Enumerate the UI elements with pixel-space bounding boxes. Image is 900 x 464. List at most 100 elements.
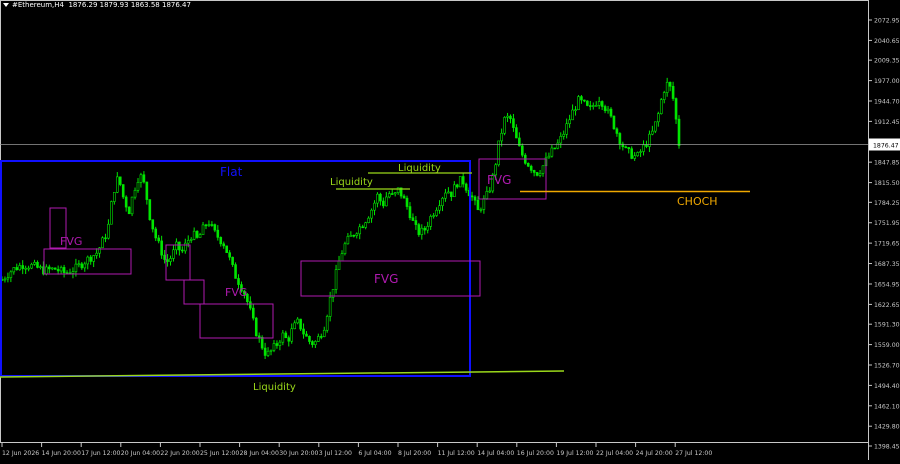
chart-canvas[interactable]: Flat Liquidity Liquidity Liquidity FVG F… — [0, 0, 900, 460]
candle-body — [21, 265, 24, 269]
candle-body — [12, 267, 16, 273]
candle-body — [139, 174, 143, 183]
candle-body — [24, 267, 27, 270]
candle-body — [293, 322, 296, 330]
candle-body — [503, 117, 506, 134]
price-tick-label: 1719.65 — [874, 241, 900, 248]
candle-body — [319, 336, 323, 338]
candle-body — [6, 277, 10, 280]
candle-body — [207, 224, 211, 226]
candle-body — [178, 241, 181, 251]
candle-body — [95, 252, 98, 256]
candle-body — [586, 100, 589, 106]
time-tick-label: 28 Jun 04:00 — [240, 450, 279, 457]
fvg-box-2b[interactable] — [183, 279, 205, 305]
candle-body — [370, 209, 373, 219]
chevron-down-icon[interactable] — [3, 3, 9, 7]
candle-body — [402, 195, 406, 199]
candle-body — [222, 243, 226, 247]
candle-body — [645, 144, 648, 147]
candle-body — [305, 333, 308, 337]
candle-body — [133, 189, 137, 198]
candle-body — [574, 109, 577, 112]
candle-body — [482, 198, 486, 210]
time-tick-label: 14 Jun 20:00 — [42, 450, 81, 457]
candle-body — [352, 234, 356, 237]
candle-body — [612, 115, 616, 130]
liquidity-top-label-1: Liquidity — [330, 177, 373, 188]
candle-body — [195, 230, 199, 238]
fvg-box-2c[interactable] — [199, 303, 274, 339]
candle-body — [216, 229, 220, 238]
price-tick-label: 1815.50 — [874, 180, 900, 187]
candle-body — [609, 108, 613, 117]
candle-body — [45, 266, 48, 275]
candle-body — [3, 278, 7, 281]
candle-body — [633, 155, 636, 159]
price-tick-label: 1462.10 — [874, 403, 900, 410]
price-axis: 2072.95 2040.65 2009.35 1977.00 1944.70 1912.… — [868, 18, 900, 451]
candle-body — [127, 206, 131, 215]
candle-body — [192, 230, 196, 240]
candle-body — [597, 101, 601, 106]
candle-body — [251, 307, 255, 319]
current-price-value: 1876.47 — [873, 143, 899, 150]
candle-body — [148, 199, 152, 220]
candle-body — [405, 197, 409, 207]
candle-body — [435, 209, 438, 216]
candle-body — [284, 332, 288, 338]
candle-body — [550, 147, 554, 157]
candle-body — [355, 233, 359, 236]
candle-body — [565, 123, 568, 135]
candle-body — [473, 196, 477, 201]
candle-body — [538, 173, 542, 176]
candle-body — [228, 252, 231, 258]
price-tick-label: 1912.45 — [874, 119, 900, 126]
candle-body — [677, 118, 681, 146]
candle-body — [387, 193, 391, 198]
candle-body — [225, 245, 228, 253]
candle-body — [423, 227, 427, 231]
candle-body — [379, 193, 382, 202]
candle-body — [535, 172, 539, 176]
candle-body — [169, 258, 172, 262]
ohlc-values: 1876.29 1879.93 1863.58 1876.47 — [68, 1, 191, 9]
candle-body — [417, 224, 421, 235]
candle-body — [455, 184, 459, 188]
candle-body — [175, 241, 178, 251]
candle-body — [210, 224, 214, 226]
price-tick-label: 1751.95 — [874, 220, 900, 227]
time-tick-label: 25 Jun 12:00 — [200, 450, 239, 457]
candle-body — [39, 266, 42, 268]
candle-body — [80, 263, 84, 269]
current-price-tag: 1876.47 — [869, 138, 900, 151]
candle-body — [302, 328, 305, 335]
price-tick-label: 1687.35 — [874, 261, 900, 268]
candle-body — [674, 98, 678, 120]
price-tick-label: 1559.00 — [874, 342, 900, 349]
candle-body — [18, 265, 22, 271]
price-tick-label: 1654.95 — [874, 282, 900, 289]
candle-body — [654, 121, 657, 132]
time-tick-label: 11 Jul 12:00 — [438, 450, 475, 457]
candle-body — [83, 263, 87, 269]
candle-body — [36, 262, 39, 268]
candle-body — [526, 162, 530, 167]
price-tick-label: 1398.45 — [874, 444, 900, 451]
candle-body — [322, 329, 326, 337]
candle-body — [130, 196, 134, 215]
candle-body — [671, 85, 675, 99]
candle-body — [219, 237, 223, 245]
candle-body — [642, 144, 645, 152]
candle-body — [183, 242, 187, 252]
time-tick-label: 3 Jul 12:00 — [319, 450, 352, 457]
price-tick-label: 1977.00 — [874, 78, 900, 85]
candle-body — [234, 264, 237, 279]
candle-body — [657, 113, 660, 123]
time-tick-label: 27 Jul 12:00 — [675, 450, 712, 457]
candle-body — [618, 133, 622, 145]
candle-body — [571, 109, 574, 121]
candle-body — [254, 317, 258, 337]
time-tick-label: 6 Jul 04:00 — [358, 450, 391, 457]
candle-body — [450, 191, 453, 198]
